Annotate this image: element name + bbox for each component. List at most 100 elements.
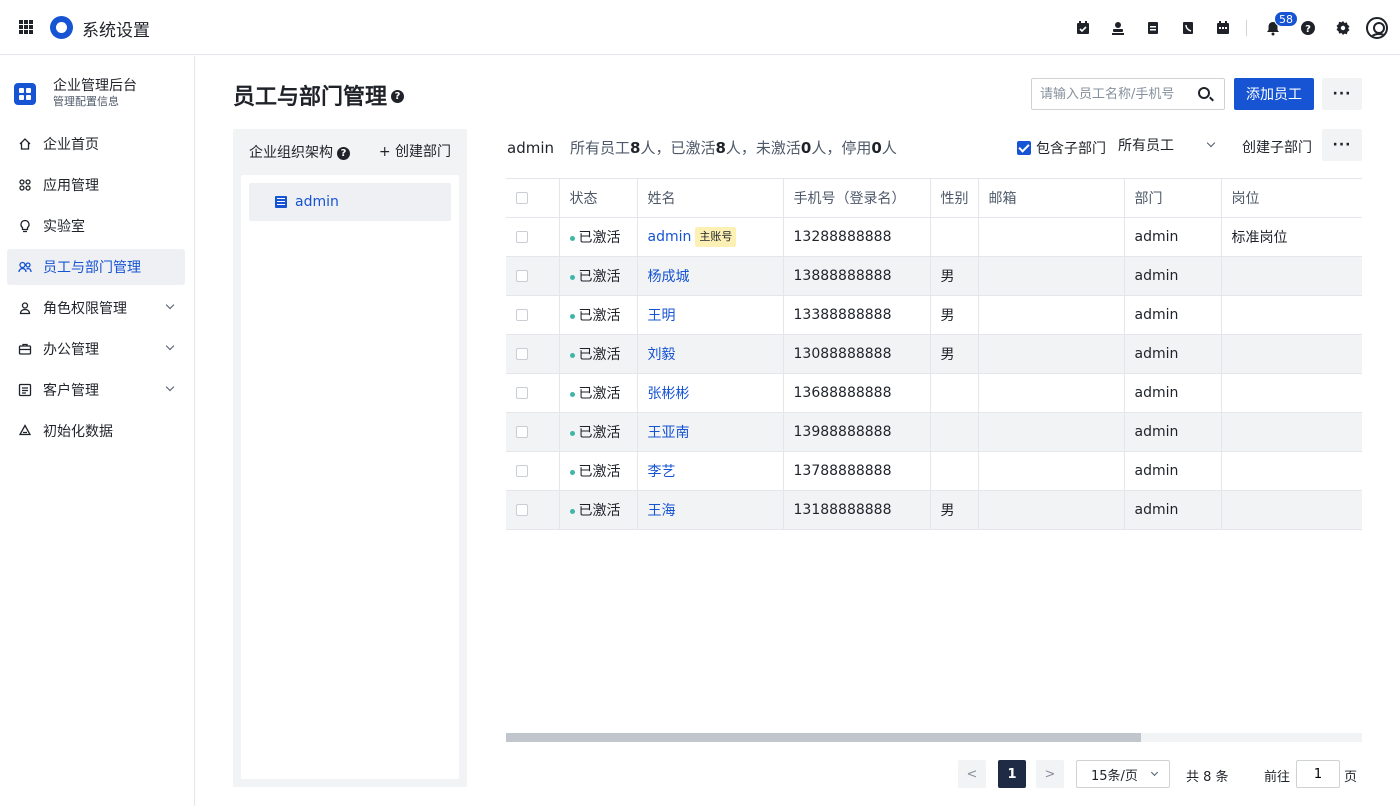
row-checkbox[interactable] [516, 426, 528, 438]
user-stamp-icon[interactable] [1109, 19, 1127, 37]
customer-card-icon [18, 383, 32, 397]
status-cell: 已激活 [559, 256, 638, 296]
page-size-select[interactable]: 15条/页 [1076, 760, 1170, 788]
status-cell: 已激活 [559, 217, 638, 257]
employee-name-link[interactable]: 张彬彬 [648, 386, 690, 402]
table-row[interactable]: 已激活 王亚南 13988888888 admin [506, 412, 1362, 452]
position-cell [1221, 413, 1362, 452]
gender-cell [930, 412, 979, 452]
chevron-down-icon[interactable] [165, 300, 175, 310]
select-all-checkbox[interactable] [516, 192, 528, 204]
column-header[interactable]: 状态 [559, 178, 638, 218]
employee-name-link[interactable]: 杨成城 [648, 269, 690, 285]
column-header[interactable]: 姓名 [637, 178, 784, 218]
employee-name-link[interactable]: 李艺 [648, 464, 676, 480]
department-cell: admin [1124, 412, 1222, 452]
sidebar-menu: 企业首页 应用管理 实验室 员工与部门管理 角色权限管理 办公管理 客户管理 初… [7, 126, 185, 454]
more-actions-button[interactable]: ··· [1322, 129, 1362, 161]
chevron-down-icon[interactable] [165, 341, 175, 351]
avatar-icon[interactable] [1366, 17, 1388, 39]
notification-badge: 58 [1274, 11, 1298, 27]
org-panel: 企业组织架构? + 创建部门 admin [233, 129, 467, 787]
row-checkbox[interactable] [516, 348, 528, 360]
sidebar-item-staff[interactable]: 员工与部门管理 [7, 249, 185, 285]
users-icon [18, 260, 32, 274]
create-subdepartment-button[interactable]: 创建子部门 [1242, 137, 1312, 157]
scrollbar-thumb[interactable] [506, 733, 1141, 742]
table-row[interactable]: 已激活 杨成城 13888888888 男 admin [506, 256, 1362, 296]
search-icon[interactable] [1198, 87, 1210, 99]
row-checkbox[interactable] [516, 465, 528, 477]
page-number-button[interactable]: 1 [998, 760, 1026, 788]
office-icon [18, 342, 32, 356]
calendar-check-icon[interactable] [1074, 19, 1092, 37]
column-header[interactable]: 手机号（登录名） [783, 178, 931, 218]
sidebar-item-apps[interactable]: 应用管理 [7, 167, 185, 203]
create-department-button[interactable]: + 创建部门 [379, 141, 451, 161]
table-row[interactable]: 已激活 张彬彬 13688888888 admin [506, 373, 1362, 413]
row-checkbox[interactable] [516, 309, 528, 321]
checkbox-checked-icon [1017, 141, 1031, 155]
logo-icon [50, 16, 73, 39]
employee-name-link[interactable]: 王亚南 [648, 425, 690, 441]
sidebar-item-lab[interactable]: 实验室 [7, 208, 185, 244]
position-cell [1221, 491, 1362, 530]
employee-name-link[interactable]: 王明 [648, 308, 676, 324]
table-row[interactable]: 已激活 王海 13188888888 男 admin [506, 490, 1362, 530]
column-header[interactable]: 岗位 [1221, 179, 1362, 218]
sidebar-item-label: 客户管理 [43, 383, 99, 399]
employee-filter-select[interactable]: 所有员工 [1110, 129, 1230, 161]
department-cell: admin [1124, 256, 1222, 296]
calendar-icon[interactable] [1214, 19, 1232, 37]
sidebar-item-label: 初始化数据 [43, 424, 113, 440]
search-input[interactable] [1040, 86, 1190, 102]
apps-grid-icon[interactable] [19, 20, 33, 34]
row-checkbox[interactable] [516, 504, 528, 516]
add-employee-button[interactable]: 添加员工 [1234, 78, 1314, 110]
table-row[interactable]: 已激活 admin 主账号 13288888888 admin 标准岗位 [506, 217, 1362, 257]
horizontal-scrollbar[interactable] [506, 733, 1362, 742]
phone-cell: 13388888888 [783, 295, 931, 335]
sidebar-item-customers[interactable]: 客户管理 [7, 372, 185, 408]
column-header[interactable]: 邮箱 [978, 178, 1125, 218]
top-toolbar: 58 ? [1057, 11, 1388, 42]
row-checkbox[interactable] [516, 270, 528, 282]
row-checkbox[interactable] [516, 231, 528, 243]
svg-text:?: ? [1305, 24, 1311, 35]
position-cell: 标准岗位 [1231, 230, 1288, 246]
employee-name-link[interactable]: 王海 [648, 503, 676, 519]
table-row[interactable]: 已激活 李艺 13788888888 admin [506, 451, 1362, 491]
email-cell [978, 451, 1125, 491]
top-bar: 系统设置 58 ? [0, 0, 1400, 55]
main-account-badge: 主账号 [695, 227, 737, 247]
goto-page-input[interactable] [1296, 760, 1340, 788]
help-icon[interactable]: ? [391, 89, 405, 103]
column-header[interactable]: 部门 [1124, 178, 1222, 218]
include-subdepartments-checkbox[interactable]: 包含子部门 [1012, 138, 1106, 158]
sidebar-item-office[interactable]: 办公管理 [7, 331, 185, 367]
phone-icon[interactable] [1179, 19, 1197, 37]
settings-icon[interactable] [1334, 19, 1352, 37]
employee-name-link[interactable]: 刘毅 [648, 347, 676, 363]
more-actions-button[interactable]: ··· [1322, 78, 1362, 110]
document-icon[interactable] [1144, 19, 1162, 37]
org-tree-node[interactable]: admin [249, 183, 451, 221]
table-row[interactable]: 已激活 王明 13388888888 男 admin [506, 295, 1362, 335]
employee-name-link[interactable]: admin [648, 229, 692, 245]
name-cell: 杨成城 [637, 256, 784, 296]
status-dot-icon [569, 469, 575, 475]
sidebar-item-home[interactable]: 企业首页 [7, 126, 185, 162]
column-header[interactable]: 性别 [930, 178, 979, 218]
help-icon[interactable]: ? [337, 146, 350, 160]
row-checkbox[interactable] [516, 387, 528, 399]
sidebar-item-roles[interactable]: 角色权限管理 [7, 290, 185, 326]
bell-icon[interactable]: 58 [1264, 11, 1298, 37]
next-page-button[interactable]: > [1036, 760, 1064, 788]
chevron-down-icon[interactable] [165, 382, 175, 392]
prev-page-button[interactable]: < [958, 760, 986, 788]
chevron-down-icon [1150, 768, 1159, 777]
table-row[interactable]: 已激活 刘毅 13088888888 男 admin [506, 334, 1362, 374]
page-title-text: 员工与部门管理 [233, 85, 388, 110]
sidebar-item-init-data[interactable]: 初始化数据 [7, 413, 185, 449]
help-icon[interactable]: ? [1299, 19, 1317, 37]
